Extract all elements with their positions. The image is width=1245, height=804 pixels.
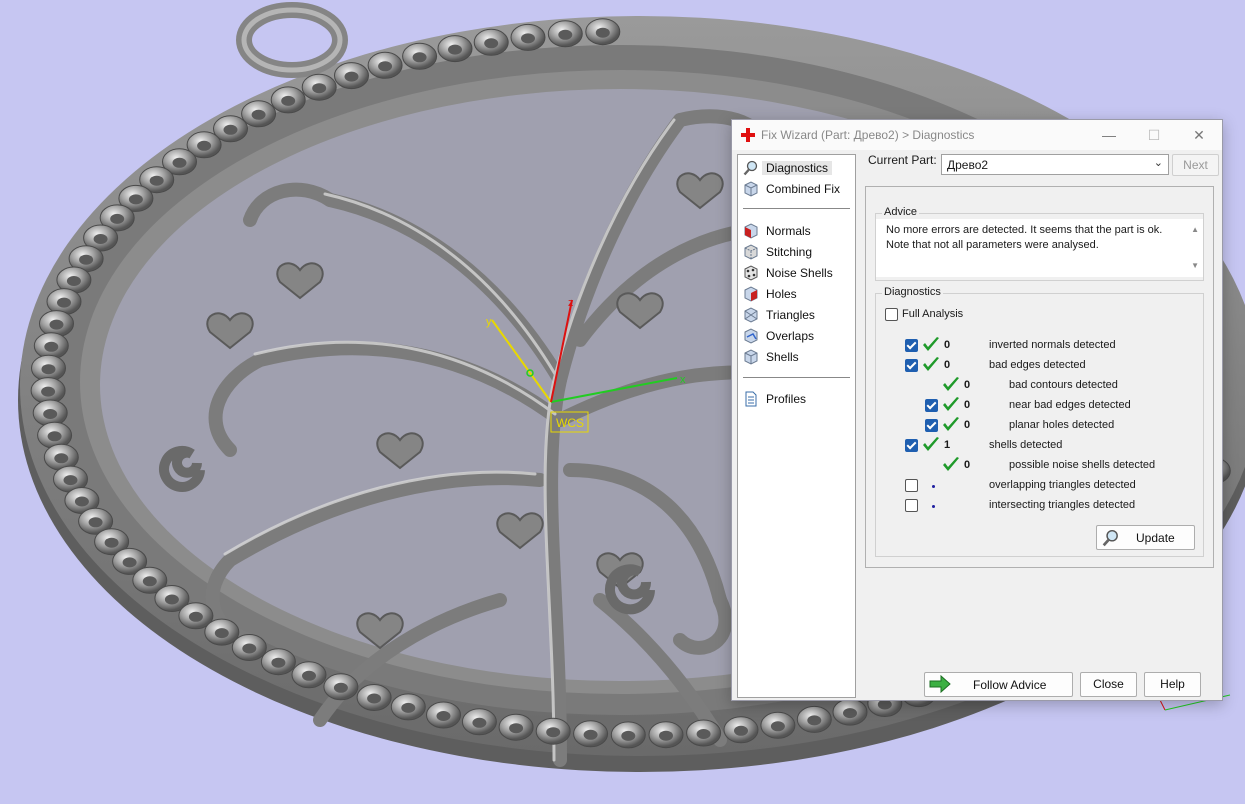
green-check-icon [943,397,959,411]
green-arrow-icon [929,675,951,693]
nav-item-overlaps[interactable]: Overlaps [741,326,851,346]
green-check-icon [943,457,959,471]
diagnostic-count: 1 [944,439,951,451]
diagnostic-label: near bad edges detected [1009,399,1131,411]
advice-title: Advice [882,206,920,218]
diagnostic-row: 0 possible noise shells detected [876,457,1196,475]
nav-item-stitching[interactable]: Stitching [741,242,851,262]
minimize-button[interactable]: — [1095,124,1123,146]
pending-bullet-icon [932,505,935,508]
update-label: Update [1136,531,1175,545]
advice-text: No more errors are detected. It seems th… [886,224,1163,251]
shells-cube-icon [744,349,758,365]
nav-separator [743,377,850,378]
diagnostic-checkbox[interactable] [925,419,938,432]
overlaps-cube-icon [744,328,758,344]
cube-icon [744,181,758,197]
full-analysis-checkbox[interactable] [885,308,898,321]
document-icon [745,391,757,407]
diagnostic-label: overlapping triangles detected [989,479,1136,491]
diagnostic-count: 0 [944,339,951,351]
diagnostic-label: bad contours detected [1009,379,1118,391]
nav-item-combined-fix[interactable]: Combined Fix [741,179,851,199]
green-check-icon [943,417,959,431]
axis-y-label: y [486,316,492,328]
maximize-button[interactable]: ☐ [1140,124,1168,146]
wcs-label: WCS [556,416,584,430]
nav-item-shells[interactable]: Shells [741,347,851,367]
next-button[interactable]: Next [1172,154,1219,176]
diagnostic-count: 0 [964,379,971,391]
axis-z-label: z [568,297,574,309]
advice-group: Advice No more errors are detected. It s… [875,206,1204,281]
diagnostic-label: intersecting triangles detected [989,499,1136,511]
nav-item-triangles[interactable]: Triangles [741,305,851,325]
diagnostic-label: planar holes detected [1009,419,1115,431]
triangles-cube-icon [744,307,758,323]
close-button[interactable]: Close [1080,672,1137,697]
diagnostic-row: overlapping triangles detected [876,477,1196,495]
scroll-up-icon[interactable]: ▲ [1191,225,1199,234]
diagnostic-row: 0 bad contours detected [876,377,1196,395]
fix-wizard-dialog: Fix Wizard (Part: Древо2) > Diagnostics … [731,119,1223,701]
diagnostic-count: 0 [964,399,971,411]
nav-item-holes[interactable]: Holes [741,284,851,304]
diagnostic-label: shells detected [989,439,1063,451]
diagnostics-group: Diagnostics Full Analysis 0 inverted norm… [875,286,1204,557]
wizard-nav-list: Diagnostics Combined Fix Normals Stitchi… [737,154,856,698]
nav-item-profiles[interactable]: Profiles [741,389,851,409]
scroll-down-icon[interactable]: ▼ [1191,261,1199,270]
chevron-down-icon: ⌄ [1153,157,1163,169]
diagnostics-title: Diagnostics [882,286,943,298]
current-part-value: Древо2 [947,158,989,172]
diagnostic-checkbox[interactable] [905,499,918,512]
diagnostic-checkbox[interactable] [905,359,918,372]
help-button[interactable]: Help [1144,672,1201,697]
diagnostics-panel: Advice No more errors are detected. It s… [865,186,1214,568]
diagnostic-row: 0 inverted normals detected [876,337,1196,355]
update-button[interactable]: Update [1096,525,1195,550]
magnifier-icon [1102,529,1118,547]
diagnostic-label: inverted normals detected [989,339,1116,351]
diagnostic-checkbox[interactable] [905,439,918,452]
window-title: Fix Wizard (Part: Древо2) > Diagnostics [761,128,975,142]
diagnostic-row: intersecting triangles detected [876,497,1196,515]
normals-cube-icon [744,223,758,239]
full-analysis-label: Full Analysis [902,308,964,320]
current-part-dropdown[interactable]: Древо2 ⌄ [941,154,1169,175]
green-check-icon [943,377,959,391]
diagnostic-row: 0 planar holes detected [876,417,1196,435]
follow-advice-button[interactable]: Follow Advice [924,672,1073,697]
green-check-icon [923,357,939,371]
green-check-icon [923,337,939,351]
red-cross-icon [741,128,755,142]
nav-item-diagnostics[interactable]: Diagnostics [741,158,851,178]
follow-advice-label: Follow Advice [973,678,1047,692]
diagnostic-count: 0 [944,359,951,371]
axis-x-label: x [680,374,686,386]
diagnostic-count: 0 [964,419,971,431]
diagnostic-label: bad edges detected [989,359,1086,371]
diagnostic-count: 0 [964,459,971,471]
nav-item-noise-shells[interactable]: Noise Shells [741,263,851,283]
diagnostic-checkbox[interactable] [905,479,918,492]
magnifier-icon [743,160,758,176]
stitching-cube-icon [744,244,758,260]
diagnostic-row: 0 bad edges detected [876,357,1196,375]
advice-textbox[interactable]: No more errors are detected. It seems th… [876,219,1203,277]
diagnostic-checkbox[interactable] [905,339,918,352]
diagnostic-checkbox[interactable] [925,399,938,412]
current-part-label: Current Part: [868,153,937,167]
diagnostic-row: 0 near bad edges detected [876,397,1196,415]
diagnostic-row: 1 shells detected [876,437,1196,455]
holes-cube-icon [744,286,758,302]
diagnostic-label: possible noise shells detected [1009,459,1156,471]
nav-separator [743,208,850,209]
green-check-icon [923,437,939,451]
close-window-button[interactable]: ✕ [1185,124,1213,146]
title-bar[interactable]: Fix Wizard (Part: Древо2) > Diagnostics … [732,120,1222,150]
noise-shells-icon [744,265,758,281]
nav-item-normals[interactable]: Normals [741,221,851,241]
pending-bullet-icon [932,485,935,488]
